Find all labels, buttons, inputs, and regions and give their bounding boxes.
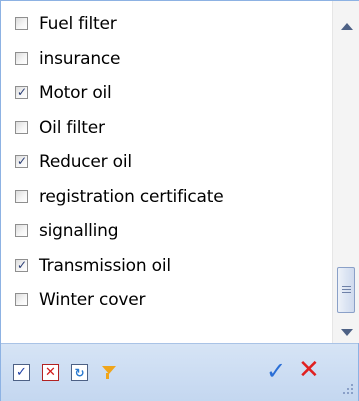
vertical-scrollbar[interactable] xyxy=(332,1,359,343)
list-item[interactable]: ✓ Motor oil xyxy=(1,78,332,108)
checkmark-icon: ✓ xyxy=(17,154,28,168)
item-checkbox[interactable]: ✓ xyxy=(15,257,28,272)
item-label: Motor oil xyxy=(39,83,112,103)
filter-button[interactable] xyxy=(100,364,117,381)
item-checkbox[interactable]: ✓ xyxy=(15,154,28,168)
resize-grip-icon[interactable] xyxy=(343,384,355,396)
list-item[interactable]: signalling xyxy=(1,216,332,246)
filter-icon-stem xyxy=(106,373,109,379)
list-item[interactable]: insurance xyxy=(1,44,332,74)
item-checkbox[interactable] xyxy=(15,120,28,134)
scrollbar-thumb[interactable] xyxy=(337,267,355,313)
item-label: Winter cover xyxy=(39,290,146,310)
item-checkbox[interactable] xyxy=(15,189,28,203)
ok-button[interactable]: ✓ xyxy=(266,358,286,384)
uncheck-all-button[interactable]: ✕ xyxy=(42,364,59,381)
invert-selection-icon: ↻ xyxy=(74,365,85,380)
cancel-x-icon: ✕ xyxy=(298,355,320,385)
list-item[interactable]: ✓ Transmission oil xyxy=(1,251,332,281)
item-label: Fuel filter xyxy=(39,14,117,34)
scroll-up-arrow-icon[interactable] xyxy=(341,23,353,30)
list-item[interactable]: registration certificate xyxy=(1,182,332,212)
list-item[interactable]: Oil filter xyxy=(1,113,332,143)
item-checkbox[interactable] xyxy=(15,224,28,237)
thumb-grip-line xyxy=(342,286,351,287)
checked-list-filter-popup: Fuel filter insurance ✓ Motor oil Oil filter… xyxy=(0,0,359,401)
footer-toolbar: ✓ ✕ ↻ ✓ ✕ xyxy=(1,343,358,401)
invert-selection-button[interactable]: ↻ xyxy=(71,364,88,381)
uncheck-all-icon: ✕ xyxy=(45,365,56,380)
item-checkbox[interactable] xyxy=(15,51,28,65)
check-all-icon: ✓ xyxy=(16,365,27,380)
item-label: signalling xyxy=(39,221,119,241)
checked-list: Fuel filter insurance ✓ Motor oil Oil filter… xyxy=(1,1,332,343)
item-label: insurance xyxy=(39,48,121,69)
list-item[interactable]: Winter cover xyxy=(1,285,332,315)
thumb-grip-line xyxy=(342,292,351,293)
item-label: Reducer oil xyxy=(39,152,132,172)
item-label: registration certificate xyxy=(39,186,224,207)
thumb-grip-line xyxy=(342,289,351,290)
checkmark-icon: ✓ xyxy=(17,257,28,272)
check-all-button[interactable]: ✓ xyxy=(13,364,30,381)
ok-checkmark-icon: ✓ xyxy=(266,357,287,385)
item-checkbox[interactable] xyxy=(15,17,28,30)
item-label: Oil filter xyxy=(39,117,105,138)
item-checkbox[interactable]: ✓ xyxy=(15,85,28,99)
item-checkbox[interactable] xyxy=(15,293,28,306)
cancel-button[interactable]: ✕ xyxy=(298,357,320,383)
checkmark-icon: ✓ xyxy=(17,85,28,99)
list-item[interactable]: ✓ Reducer oil xyxy=(1,147,332,177)
scroll-down-arrow-icon[interactable] xyxy=(341,329,353,336)
list-item[interactable]: Fuel filter xyxy=(1,9,332,39)
item-label: Transmission oil xyxy=(39,255,171,276)
